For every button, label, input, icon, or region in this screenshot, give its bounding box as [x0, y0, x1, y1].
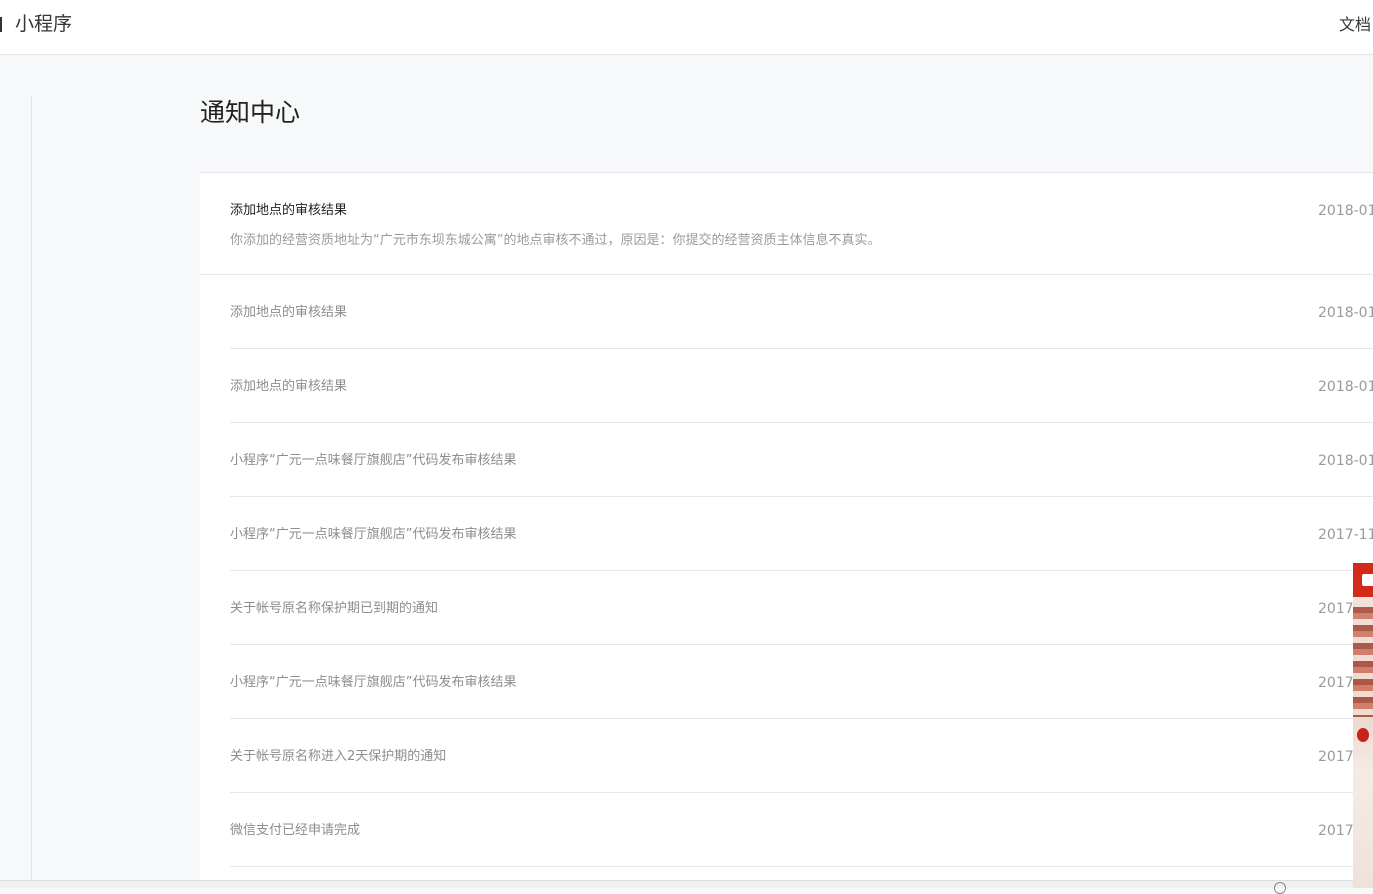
- notification-list: 添加地点的审核结果 2018-01 添加地点的审核结果 2018-01 小程序“…: [200, 275, 1373, 880]
- notification-title: 添加地点的审核结果: [230, 203, 348, 218]
- notification-date: 2018-01: [1318, 379, 1373, 395]
- notification-title: 添加地点的审核结果: [230, 379, 348, 394]
- notification-date: 2018-01: [1318, 453, 1373, 469]
- brand-title[interactable]: 小程序: [15, 12, 72, 36]
- notification-date: 2017-11: [1318, 527, 1373, 543]
- top-navigation-bar: 小程序 文档: [0, 0, 1373, 55]
- notification-title: 小程序“广元一点味餐厅旗舰店”代码发布审核结果: [230, 675, 517, 690]
- help-circle-icon[interactable]: [1274, 882, 1286, 894]
- lantern-icon: [1357, 728, 1369, 742]
- notification-item-expanded[interactable]: 添加地点的审核结果 你添加的经营资质地址为“广元市东坝东城公寓”的地点审核不通过…: [200, 172, 1373, 275]
- notification-title: 微信支付已经申请完成: [230, 823, 361, 838]
- ad-logo-icon: [1362, 574, 1373, 586]
- notification-item[interactable]: 添加地点的审核结果 2018-01: [230, 275, 1373, 349]
- notification-panel: 添加地点的审核结果 你添加的经营资质地址为“广元市东坝东城公寓”的地点审核不通过…: [200, 170, 1373, 880]
- notification-item[interactable]: 关于帐号原名称进入2天保护期的通知 2017-: [230, 719, 1373, 793]
- ad-building-image: [1353, 607, 1373, 717]
- notification-item[interactable]: 小程序“广元一点味餐厅旗舰店”代码发布审核结果 2017-11: [230, 497, 1373, 571]
- notification-date: 2018-01: [1318, 203, 1373, 219]
- notification-title: 小程序“广元一点味餐厅旗舰店”代码发布审核结果: [230, 527, 517, 542]
- notification-title: 关于帐号原名称保护期已到期的通知: [230, 601, 439, 616]
- notification-item[interactable]: 小程序“广元一点味餐厅旗舰店”代码发布审核结果 2017-: [230, 645, 1373, 719]
- notification-date: 2018-01: [1318, 305, 1373, 321]
- floating-ad-banner[interactable]: [1353, 563, 1373, 888]
- notification-item[interactable]: 微信支付已经申请完成 2017-: [230, 793, 1373, 867]
- bottom-footer-strip: [0, 880, 1373, 888]
- notification-item[interactable]: 关于帐号原名称保护期已到期的通知 2017-: [230, 571, 1373, 645]
- notification-title: 关于帐号原名称进入2天保护期的通知: [230, 749, 447, 764]
- docs-link[interactable]: 文档: [1339, 15, 1371, 35]
- sidebar-divider: [31, 95, 32, 880]
- notification-item[interactable]: 小程序“广元一点味餐厅旗舰店”代码发布审核结果 2018-01: [230, 423, 1373, 497]
- notification-item[interactable]: 添加地点的审核结果 2018-01: [230, 349, 1373, 423]
- notification-title: 添加地点的审核结果: [230, 305, 348, 320]
- page-title: 通知中心: [200, 98, 301, 127]
- notification-description: 你添加的经营资质地址为“广元市东坝东城公寓”的地点审核不通过，原因是：你提交的经…: [230, 233, 881, 248]
- brand-divider: [0, 17, 2, 32]
- notification-title: 小程序“广元一点味餐厅旗舰店”代码发布审核结果: [230, 453, 517, 468]
